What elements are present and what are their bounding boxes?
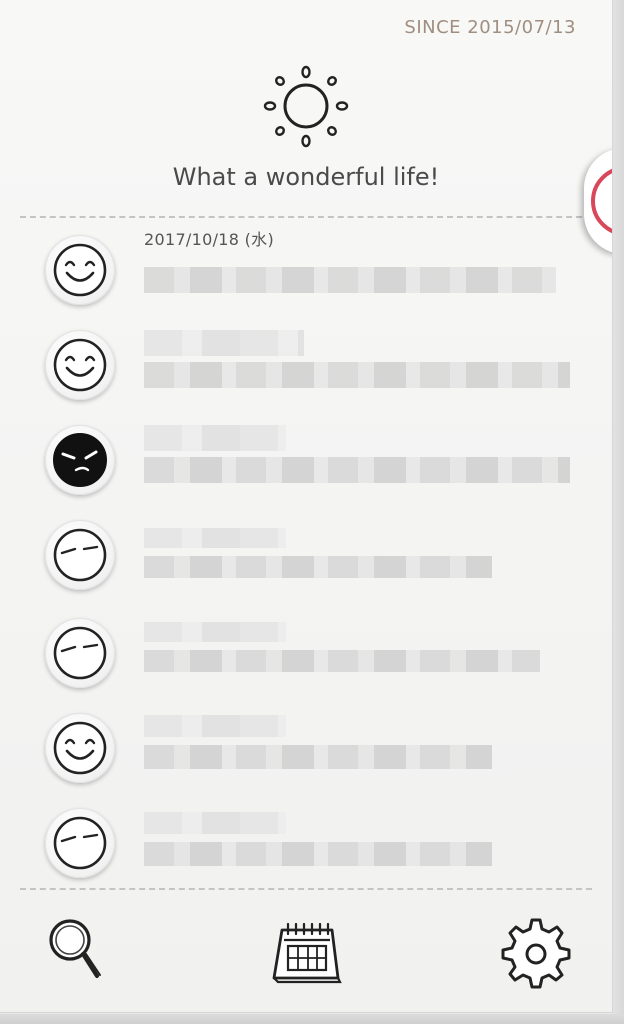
- happy-face-icon[interactable]: [45, 330, 115, 400]
- sun-icon[interactable]: [262, 64, 350, 148]
- magnifier-icon[interactable]: [40, 910, 120, 990]
- entry-text-redacted: [144, 842, 492, 866]
- entry-text-redacted: [144, 650, 540, 672]
- list-item[interactable]: [0, 713, 612, 803]
- list-item[interactable]: [0, 425, 612, 515]
- list-item[interactable]: [0, 520, 612, 610]
- diary-page: SINCE 2015/07/13 What a wonderful life! …: [0, 0, 613, 1013]
- gear-icon[interactable]: [496, 910, 576, 990]
- angry-face-icon[interactable]: [45, 425, 115, 495]
- list-item[interactable]: [0, 808, 612, 898]
- entry-text-redacted: [144, 362, 570, 388]
- calm-face-icon[interactable]: [45, 618, 115, 688]
- since-date: SINCE 2015/07/13: [404, 17, 576, 38]
- side-tab-ring-icon: [591, 166, 612, 236]
- list-item[interactable]: [0, 330, 612, 420]
- entry-text-redacted: [144, 622, 286, 642]
- entry-text-redacted: [144, 425, 286, 451]
- page-title: What a wonderful life!: [172, 163, 440, 191]
- page-edge-right: [613, 0, 624, 1014]
- happy-face-icon[interactable]: [45, 235, 115, 305]
- entry-text-redacted: [144, 267, 556, 293]
- divider-bottom: [20, 888, 592, 890]
- entry-text-redacted: [144, 528, 286, 548]
- divider-top: [20, 216, 592, 218]
- happy-face-icon[interactable]: [45, 713, 115, 783]
- page-edge-bottom: [0, 1014, 624, 1024]
- list-item[interactable]: 2017/10/18 (水): [0, 230, 612, 325]
- entry-text-redacted: [144, 457, 570, 483]
- list-item[interactable]: [0, 618, 612, 708]
- entry-text-redacted: [144, 745, 492, 769]
- entry-text-redacted: [144, 812, 286, 834]
- bottom-toolbar: [0, 910, 612, 1000]
- entry-text-redacted: [144, 715, 286, 737]
- entry-date: 2017/10/18 (水): [144, 230, 274, 249]
- calendar-icon[interactable]: [266, 910, 346, 990]
- calm-face-icon[interactable]: [45, 520, 115, 590]
- entry-text-redacted: [144, 556, 492, 578]
- calm-face-icon[interactable]: [45, 808, 115, 878]
- entry-text-redacted: [144, 330, 304, 356]
